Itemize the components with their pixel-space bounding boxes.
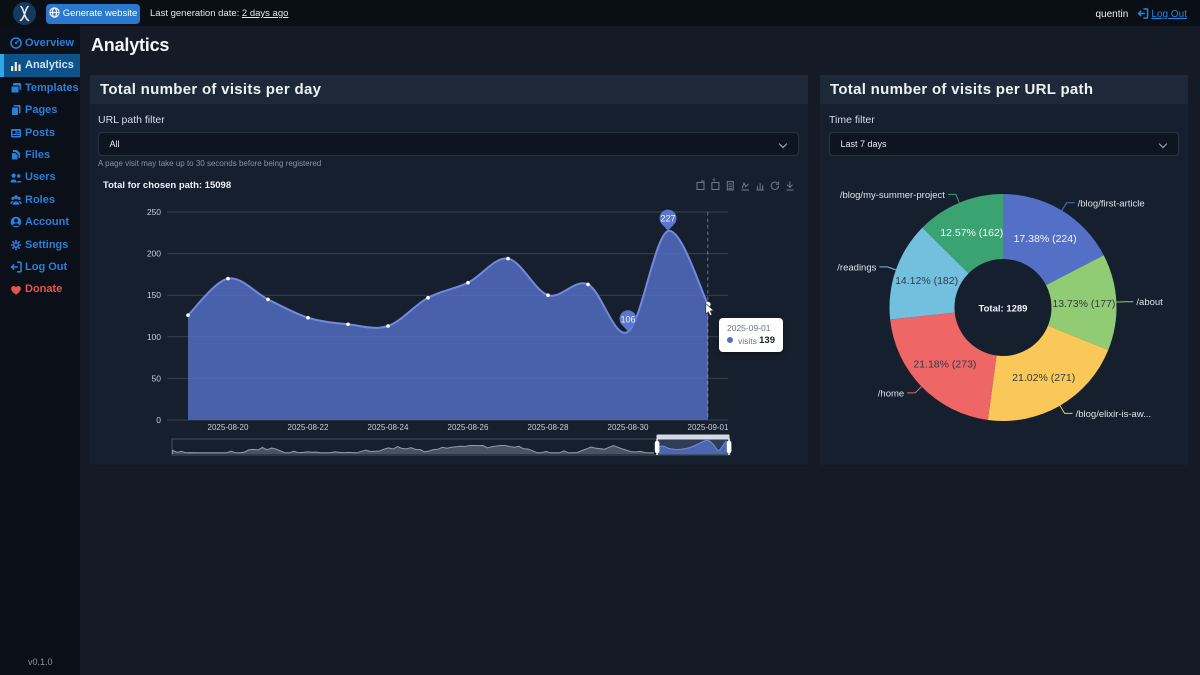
svg-text:150: 150 [147, 290, 161, 300]
svg-text:200: 200 [147, 249, 161, 259]
svg-text:/blog/elixir-is-aw...: /blog/elixir-is-aw... [1076, 409, 1152, 420]
svg-text:2025-09-01: 2025-09-01 [688, 423, 729, 432]
svg-text:12.57% (162): 12.57% (162) [940, 227, 1003, 239]
svg-text:21.18% (273): 21.18% (273) [913, 359, 976, 371]
svg-text:2025-08-22: 2025-08-22 [288, 423, 329, 432]
svg-text:2025-08-20: 2025-08-20 [208, 423, 249, 432]
svg-text:/blog/first-article: /blog/first-article [1078, 198, 1145, 209]
svg-text:Total: 1289: Total: 1289 [979, 304, 1028, 315]
svg-text:17.38% (224): 17.38% (224) [1014, 233, 1077, 245]
svg-text:/blog/my-summer-project: /blog/my-summer-project [840, 190, 945, 201]
svg-text:250: 250 [147, 207, 161, 217]
svg-text:2025-08-24: 2025-08-24 [368, 423, 409, 432]
svg-text:/home: /home [878, 388, 904, 399]
svg-text:106: 106 [620, 314, 635, 324]
svg-text:227: 227 [660, 214, 675, 224]
svg-text:13.73% (177): 13.73% (177) [1052, 298, 1115, 310]
svg-text:2025-08-28: 2025-08-28 [528, 423, 569, 432]
svg-text:100: 100 [147, 332, 161, 342]
svg-text:/readings: /readings [837, 262, 876, 273]
svg-text:50: 50 [152, 373, 162, 383]
svg-text:2025-08-26: 2025-08-26 [448, 423, 489, 432]
svg-text:14.12% (182): 14.12% (182) [895, 275, 958, 287]
svg-text:21.02% (271): 21.02% (271) [1012, 372, 1075, 384]
svg-text:0: 0 [156, 415, 161, 425]
svg-text:2025-08-30: 2025-08-30 [608, 423, 649, 432]
svg-text:/about: /about [1136, 297, 1163, 308]
